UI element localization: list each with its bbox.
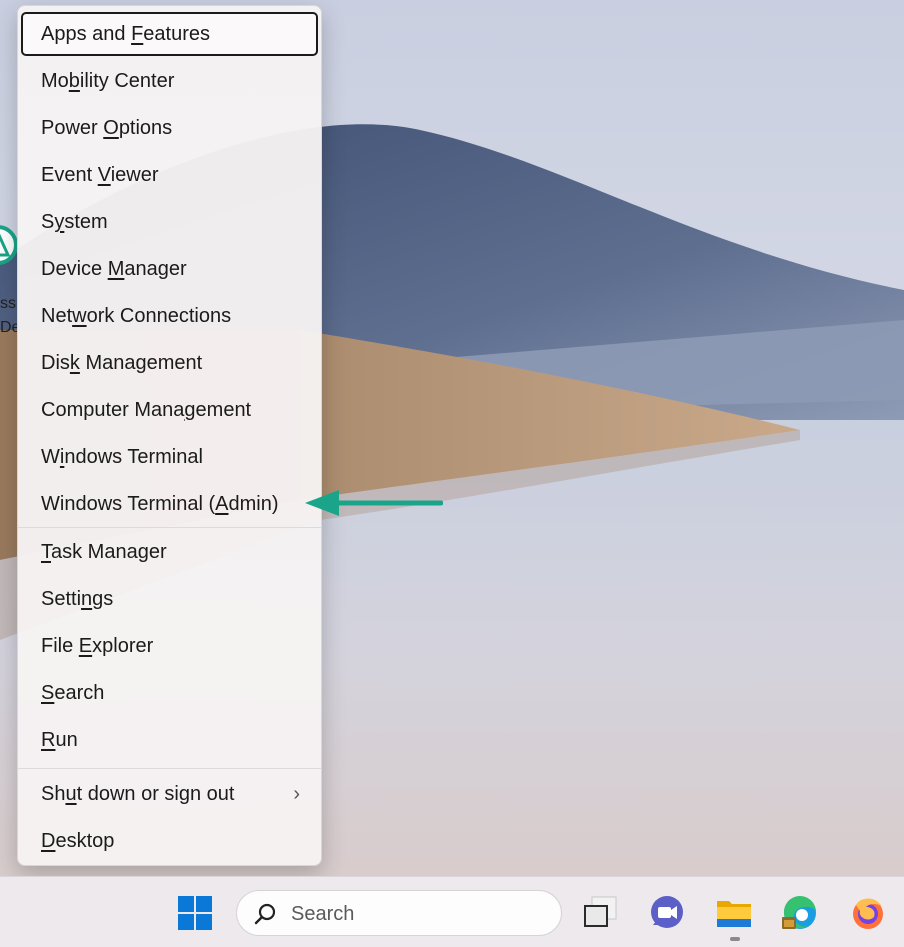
access-key: g	[184, 399, 196, 421]
teams-chat-icon[interactable]	[649, 895, 685, 931]
menu-item[interactable]: Network Connections	[21, 294, 318, 338]
menu-item-label-part: ptions	[118, 117, 173, 139]
menu-item-label-part: Windows Terminal (	[41, 493, 216, 515]
menu-item[interactable]: Device Manager	[21, 247, 318, 291]
access-key: u	[65, 783, 77, 805]
taskbar	[0, 876, 904, 947]
menu-item[interactable]: Desktop	[21, 819, 318, 863]
menu-item-label-part: esktop	[55, 830, 115, 852]
access-key: O	[103, 117, 119, 139]
windows-start-icon[interactable]	[177, 895, 213, 931]
menu-item-label-part: Computer Mana	[41, 399, 185, 421]
chevron-right-icon: ›	[293, 783, 300, 805]
menu-item-label-part: Device	[41, 258, 108, 280]
menu-item[interactable]: Search	[21, 671, 318, 715]
menu-item[interactable]: Disk Management	[21, 341, 318, 385]
menu-item-label-part: stem	[64, 211, 108, 233]
menu-item[interactable]: Windows Terminal (Admin)	[21, 482, 318, 526]
search-icon	[254, 903, 276, 925]
menu-item[interactable]: Power Options	[21, 106, 318, 150]
access-key: M	[107, 258, 125, 280]
menu-item[interactable]: Apps and Features	[21, 12, 318, 56]
firefox-icon[interactable]	[850, 895, 886, 931]
menu-item-label-part: ility Center	[79, 70, 175, 92]
access-key: k	[69, 352, 80, 374]
menu-item-label-part: ork Connections	[86, 305, 232, 327]
menu-item-label-part: Apps and	[41, 23, 132, 45]
menu-item-label-part: t down or sign out	[76, 783, 235, 805]
desktop-app-icon[interactable]	[0, 215, 18, 275]
menu-item[interactable]: Task Manager	[21, 530, 318, 574]
menu-item-label-part: Dis	[41, 352, 70, 374]
access-key: V	[97, 164, 111, 186]
menu-separator	[18, 768, 321, 769]
menu-item-label-part: ask Manager	[51, 541, 167, 563]
access-key: n	[81, 588, 93, 610]
menu-item-label-part: ndows Terminal	[64, 446, 203, 468]
menu-item-label-part: Mo	[41, 70, 69, 92]
access-key: w	[72, 305, 87, 327]
menu-item[interactable]: Event Viewer	[21, 153, 318, 197]
search-input[interactable]	[289, 899, 543, 929]
access-key: R	[41, 729, 56, 751]
menu-item-label-part: S	[41, 211, 55, 233]
menu-item-label-part: xplorer	[92, 635, 154, 657]
menu-item-label-part: W	[41, 446, 60, 468]
edge-icon[interactable]	[782, 895, 818, 931]
menu-item-label-part: earch	[54, 682, 105, 704]
menu-item-label-part: eatures	[143, 23, 211, 45]
menu-item-label-part: Net	[41, 305, 73, 327]
file-explorer-icon[interactable]	[716, 895, 752, 931]
menu-item[interactable]: Run	[21, 718, 318, 762]
menu-item[interactable]: Windows Terminal	[21, 435, 318, 479]
menu-item-label-part: Setti	[41, 588, 82, 610]
access-key: T	[41, 541, 51, 563]
access-key: D	[41, 830, 56, 852]
menu-item[interactable]: Shut down or sign out ›	[21, 772, 318, 816]
access-key: S	[41, 682, 55, 704]
menu-separator	[18, 527, 321, 528]
annotation-arrow	[305, 490, 443, 516]
access-key: A	[215, 493, 229, 515]
access-key: F	[131, 23, 144, 45]
menu-item-label-part: Sh	[41, 783, 66, 805]
menu-item-label-part: iewer	[110, 164, 159, 186]
menu-item[interactable]: Settings	[21, 577, 318, 621]
menu-item-label-part: Event	[41, 164, 98, 186]
access-key: E	[78, 635, 93, 657]
menu-item-label-part: ement	[195, 399, 252, 421]
menu-item[interactable]: Mobility Center	[21, 59, 318, 103]
menu-item-label-part: Management	[79, 352, 203, 374]
menu-item-label-part: un	[55, 729, 78, 751]
menu-item-label-part: dmin)	[228, 493, 279, 515]
menu-item-label-part: gs	[92, 588, 114, 610]
access-key: b	[68, 70, 80, 92]
menu-item[interactable]: System	[21, 200, 318, 244]
winx-context-menu: Apps and Features Mobility Center Power Op…	[17, 5, 322, 866]
access-key: y	[54, 211, 65, 233]
menu-item-label-part: anager	[124, 258, 187, 280]
task-view-icon[interactable]	[582, 895, 618, 931]
running-indicator	[730, 937, 740, 941]
menu-item-label-part: Power	[41, 117, 104, 139]
menu-item[interactable]: Computer Management	[21, 388, 318, 432]
menu-item[interactable]: File Explorer	[21, 624, 318, 668]
menu-item-label-part: File	[41, 635, 79, 657]
taskbar-search-box[interactable]	[236, 890, 562, 936]
